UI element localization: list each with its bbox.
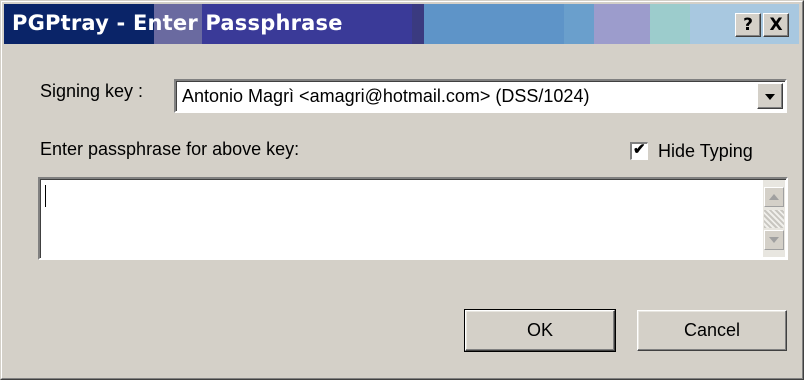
chevron-down-icon <box>765 94 775 100</box>
scroll-up-button[interactable] <box>764 187 784 207</box>
signing-key-select[interactable]: Antonio Magrì <amagri@hotmail.com> (DSS/… <box>174 79 787 113</box>
passphrase-dialog: PGPtray - Enter Passphrase ? X Signing k… <box>0 0 804 380</box>
help-button[interactable]: ? <box>735 13 761 37</box>
passphrase-scrollbar[interactable] <box>763 180 785 257</box>
text-caret <box>45 185 46 207</box>
ok-button[interactable]: OK <box>464 309 616 352</box>
title-bar-segment <box>564 4 594 44</box>
title-bar-segment <box>594 4 650 44</box>
checkmark-icon: ✔ <box>633 141 646 158</box>
title-bar-segment <box>424 4 564 44</box>
arrow-up-icon <box>769 194 779 200</box>
passphrase-input[interactable] <box>38 177 788 260</box>
hide-typing-checkbox[interactable]: ✔ <box>630 141 648 160</box>
cancel-button[interactable]: Cancel <box>637 310 787 351</box>
signing-key-value: Antonio Magrì <amagri@hotmail.com> (DSS/… <box>182 86 590 106</box>
signing-key-label: Signing key : <box>40 81 144 101</box>
title-bar-segment <box>412 4 424 44</box>
passphrase-label: Enter passphrase for above key: <box>40 139 300 159</box>
title-bar-segment <box>650 4 690 44</box>
arrow-down-icon <box>769 237 779 243</box>
title-bar[interactable]: PGPtray - Enter Passphrase ? X <box>4 4 799 44</box>
scroll-down-button[interactable] <box>764 230 784 250</box>
dropdown-button[interactable] <box>757 83 783 109</box>
window-title: PGPtray - Enter Passphrase <box>12 11 343 35</box>
hide-typing-label[interactable]: Hide Typing <box>658 141 753 162</box>
scroll-track[interactable] <box>764 210 784 228</box>
close-button[interactable]: X <box>763 13 789 37</box>
